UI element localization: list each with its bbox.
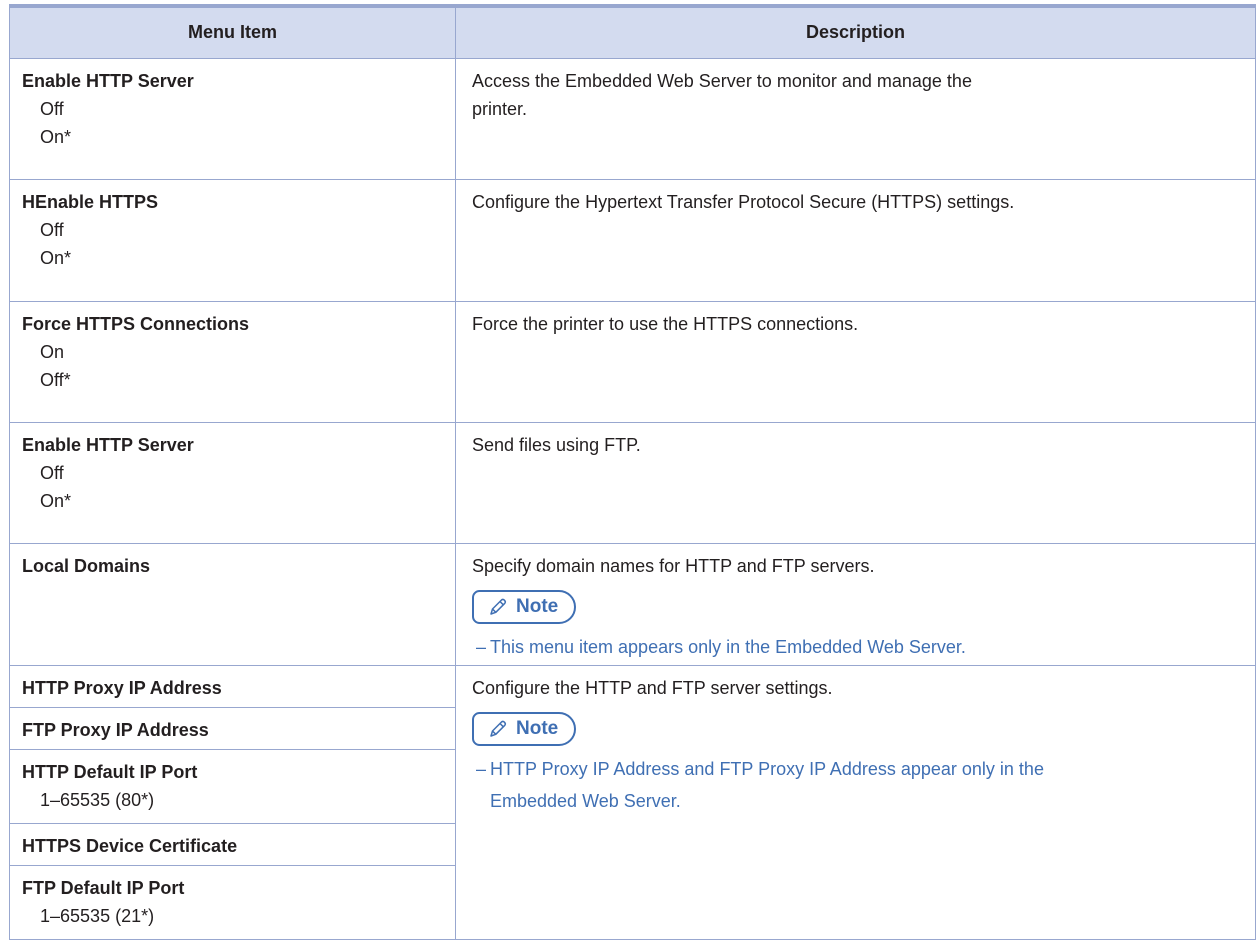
pencil-icon: [490, 598, 507, 615]
menu-item-cell: HTTP Default IP Port 1–65535 (80*): [9, 748, 456, 824]
menu-item-option: Off: [40, 462, 64, 483]
menu-item-option: Off*: [40, 369, 71, 390]
description-text: Send files using FTP.: [472, 434, 641, 455]
menu-item-title: HTTP Proxy IP Address: [22, 677, 222, 698]
menu-item-option: 1–65535 (21*): [40, 905, 155, 926]
menu-item-option: 1–65535 (80*): [40, 789, 155, 810]
note-text: – HTTP Proxy IP Address and FTP Proxy IP …: [476, 758, 1044, 779]
description-text: printer.: [472, 98, 528, 119]
menu-item-option: On: [40, 341, 65, 362]
menu-item-title: HEnable HTTPS: [22, 191, 159, 212]
pencil-icon: [490, 720, 507, 737]
menu-item-option: Off: [40, 219, 64, 240]
note-line-text: HTTP Proxy IP Address and FTP Proxy IP A…: [490, 758, 1044, 779]
table-row: Enable HTTP Server Off On* Send files us…: [9, 421, 1256, 544]
menu-item-title: Enable HTTP Server: [22, 434, 194, 455]
menu-item-title: FTP Default IP Port: [22, 877, 185, 898]
menu-item-title: Local Domains: [22, 555, 151, 576]
menu-item-option: On*: [40, 126, 72, 147]
menu-item-option: On*: [40, 247, 72, 268]
menu-item-cell: FTP Default IP Port 1–65535 (21*): [9, 864, 456, 940]
menu-item-cell: Force HTTPS Connections On Off*: [9, 300, 456, 423]
description-text: Configure the Hypertext Transfer Protoco…: [472, 191, 1015, 212]
note-text-continued: Embedded Web Server.: [490, 790, 681, 811]
description-cell: Configure the Hypertext Transfer Protoco…: [455, 178, 1256, 302]
menu-item-cell: HTTP Proxy IP Address: [9, 664, 456, 708]
note-text: – This menu item appears only in the Embe…: [476, 636, 966, 657]
menu-item-title: FTP Proxy IP Address: [22, 719, 209, 740]
menu-item-title: HTTP Default IP Port: [22, 761, 198, 782]
description-cell: Force the printer to use the HTTPS conne…: [455, 300, 1256, 423]
menu-item-cell: HTTPS Device Certificate: [9, 822, 456, 866]
menu-item-cell: Enable HTTP Server Off On*: [9, 421, 456, 544]
description-cell: Access the Embedded Web Server to monito…: [455, 57, 1256, 180]
table-row: Enable HTTP Server Off On* Access the Em…: [9, 57, 1256, 180]
description-text: Access the Embedded Web Server to monito…: [472, 70, 972, 91]
page: Menu Item Description Enable HTTP Server…: [0, 0, 1256, 940]
menu-item-cell: HEnable HTTPS Off On*: [9, 178, 456, 302]
description-cell: Specify domain names for HTTP and FTP se…: [455, 542, 1256, 666]
menu-item-title: Enable HTTP Server: [22, 70, 194, 91]
menu-item-option: Off: [40, 98, 64, 119]
table-row: HEnable HTTPS Off On* Configure the Hype…: [9, 178, 1256, 302]
description-text: Configure the HTTP and FTP server settin…: [472, 677, 833, 698]
note-badge: Note: [472, 711, 577, 746]
menu-item-title: HTTPS Device Certificate: [22, 835, 238, 856]
menu-item-cell: Local Domains: [9, 542, 456, 666]
description-cell: Send files using FTP.: [455, 421, 1256, 544]
note-badge: Note: [472, 589, 577, 624]
table-row: Force HTTPS Connections On Off* Force th…: [9, 300, 1256, 423]
menu-item-cell: Enable HTTP Server Off On*: [9, 57, 456, 180]
table-row: HTTP Proxy IP Address Configure the HTTP…: [9, 664, 1256, 940]
header-description: Description: [455, 4, 1256, 59]
header-menu-item: Menu Item: [9, 4, 456, 59]
table-row: Local Domains Specify domain names for H…: [9, 542, 1256, 666]
description-text: Force the printer to use the HTTPS conne…: [472, 313, 859, 334]
description-cell: Configure the HTTP and FTP server settin…: [455, 664, 1256, 940]
menu-item-cell: FTP Proxy IP Address: [9, 706, 456, 750]
note-label: Note: [516, 717, 559, 739]
note-label: Note: [516, 595, 559, 617]
description-text: Specify domain names for HTTP and FTP se…: [472, 555, 875, 576]
table-header-row: Menu Item Description: [9, 4, 1256, 59]
note-line-text: This menu item appears only in the Embed…: [490, 636, 966, 657]
menu-item-option: On*: [40, 490, 72, 511]
menu-table: Menu Item Description Enable HTTP Server…: [9, 4, 1256, 940]
menu-item-title: Force HTTPS Connections: [22, 313, 250, 334]
